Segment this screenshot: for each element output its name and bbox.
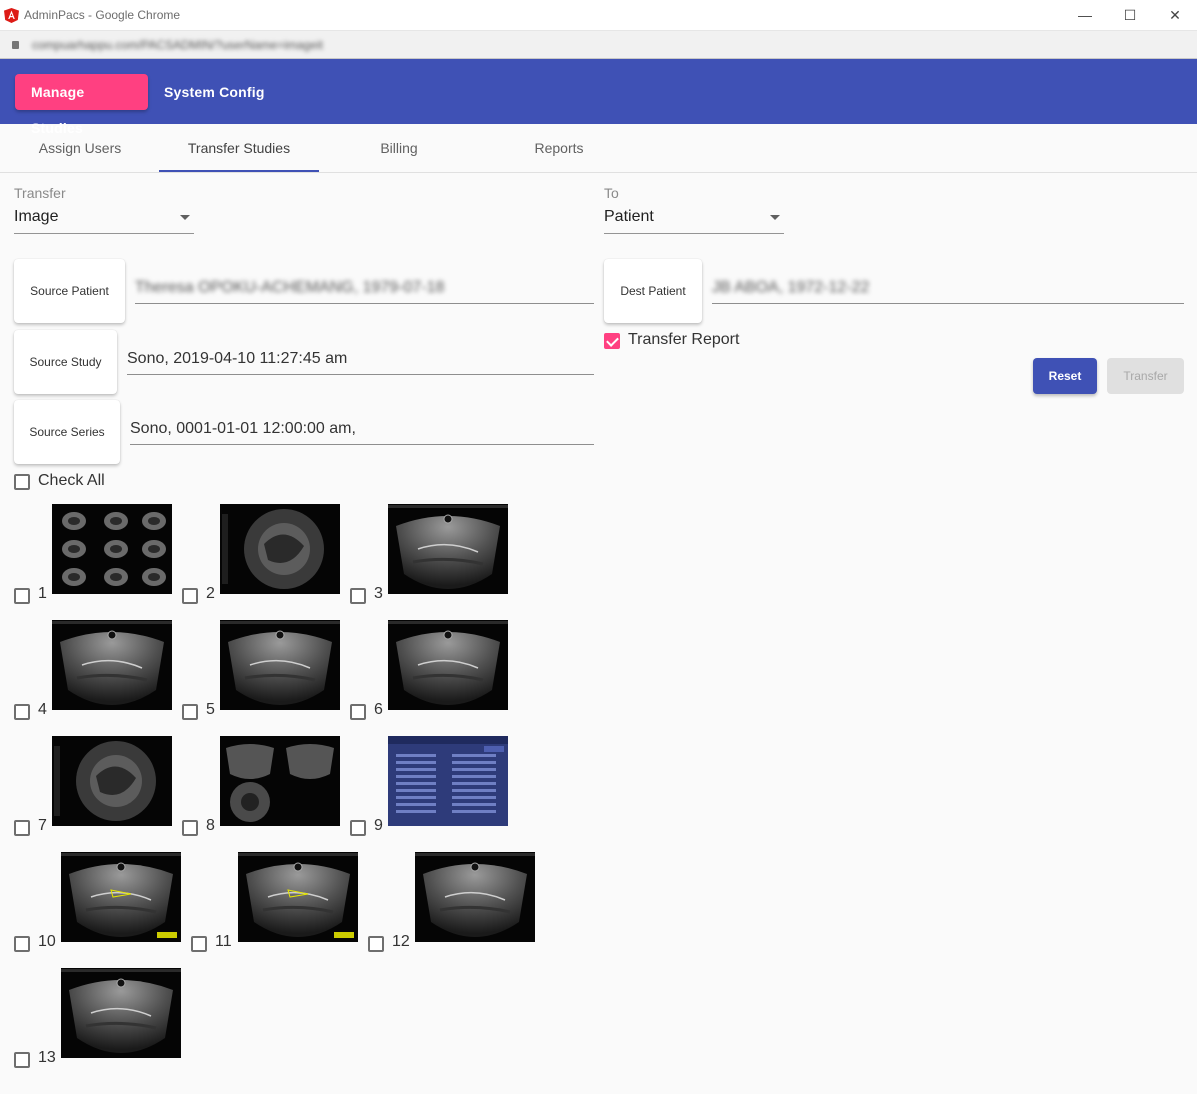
image-number: 7 — [38, 817, 47, 834]
tab-reports[interactable]: Reports — [479, 124, 639, 172]
image-checkbox[interactable] — [368, 936, 384, 952]
manage-studies-button[interactable]: Manage Studies — [15, 74, 148, 136]
lock-icon — [12, 41, 19, 49]
window-title: AdminPacs - Google Chrome — [24, 8, 181, 22]
dest-patient-value: JB ABOA, 1972-12-22 — [712, 279, 870, 296]
ultrasound-thumbnail[interactable] — [52, 736, 172, 826]
tab-billing[interactable]: Billing — [319, 124, 479, 172]
ultrasound-thumbnail[interactable] — [220, 620, 340, 710]
image-number: 1 — [38, 585, 47, 602]
app-toolbar: Manage Studies System Config — [0, 59, 1197, 136]
ultrasound-thumbnail[interactable] — [52, 620, 172, 710]
image-number: 4 — [38, 701, 47, 718]
source-series-field[interactable]: Sono, 0001-01-01 12:00:00 am, — [130, 415, 594, 445]
source-study-value: Sono, 2019-04-10 11:27:45 am — [127, 350, 348, 367]
image-number: 6 — [374, 701, 383, 718]
source-study-field[interactable]: Sono, 2019-04-10 11:27:45 am — [127, 345, 594, 375]
image-number: 10 — [38, 933, 56, 950]
transfer-select[interactable]: Image — [14, 206, 194, 234]
ultrasound-thumbnail[interactable] — [52, 504, 172, 594]
active-tab-indicator — [159, 170, 319, 172]
transfer-report-checkbox[interactable] — [604, 333, 620, 349]
image-number: 11 — [215, 933, 232, 950]
image-number: 8 — [206, 817, 215, 834]
dest-patient-button[interactable]: Dest Patient — [604, 259, 702, 323]
transfer-label: Transfer — [14, 185, 66, 201]
ultrasound-thumbnail[interactable] — [61, 968, 181, 1058]
reset-button[interactable]: Reset — [1033, 358, 1097, 394]
image-number: 2 — [206, 585, 215, 602]
image-checkbox[interactable] — [14, 820, 30, 836]
browser-title-bar: AdminPacs - Google Chrome — ☐ ✕ — [0, 0, 1197, 31]
dropdown-arrow-icon — [180, 215, 190, 220]
image-number: 12 — [392, 933, 410, 950]
ultrasound-thumbnail[interactable] — [415, 852, 535, 942]
image-number: 13 — [38, 1049, 56, 1066]
transfer-button[interactable]: Transfer — [1107, 358, 1184, 394]
url-text[interactable]: compuarhappu.com/PACSADMIN/?userName=ima… — [32, 38, 323, 52]
address-bar[interactable]: compuarhappu.com/PACSADMIN/?userName=ima… — [0, 31, 1197, 59]
to-label: To — [604, 185, 619, 201]
dest-patient-field[interactable]: JB ABOA, 1972-12-22 — [712, 274, 1184, 304]
image-checkbox[interactable] — [182, 588, 198, 604]
check-all-label[interactable]: Check All — [38, 472, 105, 490]
image-checkbox[interactable] — [14, 1052, 30, 1068]
image-checkbox[interactable] — [191, 936, 207, 952]
source-patient-field[interactable]: Theresa OPOKU-ACHEMANG, 1979-07-18 — [135, 274, 594, 304]
minimize-icon[interactable]: — — [1076, 6, 1094, 24]
ultrasound-thumbnail[interactable] — [61, 852, 181, 942]
to-select[interactable]: Patient — [604, 206, 784, 234]
angular-logo-icon — [4, 8, 19, 23]
ultrasound-thumbnail[interactable] — [238, 852, 358, 942]
image-checkbox[interactable] — [14, 704, 30, 720]
close-icon[interactable]: ✕ — [1166, 6, 1184, 24]
source-study-button[interactable]: Source Study — [14, 330, 117, 394]
image-checkbox[interactable] — [350, 704, 366, 720]
source-series-button[interactable]: Source Series — [14, 400, 120, 464]
ultrasound-thumbnail[interactable] — [388, 620, 508, 710]
to-select-value: Patient — [604, 208, 654, 225]
image-checkbox[interactable] — [350, 820, 366, 836]
ultrasound-thumbnail[interactable] — [388, 504, 508, 594]
system-config-button[interactable]: System Config — [148, 74, 281, 110]
image-checkbox[interactable] — [182, 704, 198, 720]
source-series-value: Sono, 0001-01-01 12:00:00 am, — [130, 420, 356, 437]
source-patient-button[interactable]: Source Patient — [14, 259, 125, 323]
image-checkbox[interactable] — [182, 820, 198, 836]
check-all-checkbox[interactable] — [14, 474, 30, 490]
dropdown-arrow-icon — [770, 215, 780, 220]
maximize-icon[interactable]: ☐ — [1121, 6, 1139, 24]
source-patient-value: Theresa OPOKU-ACHEMANG, 1979-07-18 — [135, 279, 445, 296]
tab-bar: Assign Users Transfer Studies Billing Re… — [0, 124, 1197, 173]
ultrasound-thumbnail[interactable] — [220, 504, 340, 594]
tab-assign-users[interactable]: Assign Users — [0, 124, 160, 172]
tab-transfer-studies[interactable]: Transfer Studies — [159, 124, 319, 172]
transfer-report-label[interactable]: Transfer Report — [628, 331, 739, 349]
image-number: 5 — [206, 701, 215, 718]
image-checkbox[interactable] — [350, 588, 366, 604]
transfer-select-value: Image — [14, 208, 59, 225]
ultrasound-thumbnail[interactable] — [220, 736, 340, 826]
image-number: 9 — [374, 817, 383, 834]
image-checkbox[interactable] — [14, 588, 30, 604]
ultrasound-thumbnail[interactable] — [388, 736, 508, 826]
image-checkbox[interactable] — [14, 936, 30, 952]
image-number: 3 — [374, 585, 383, 602]
